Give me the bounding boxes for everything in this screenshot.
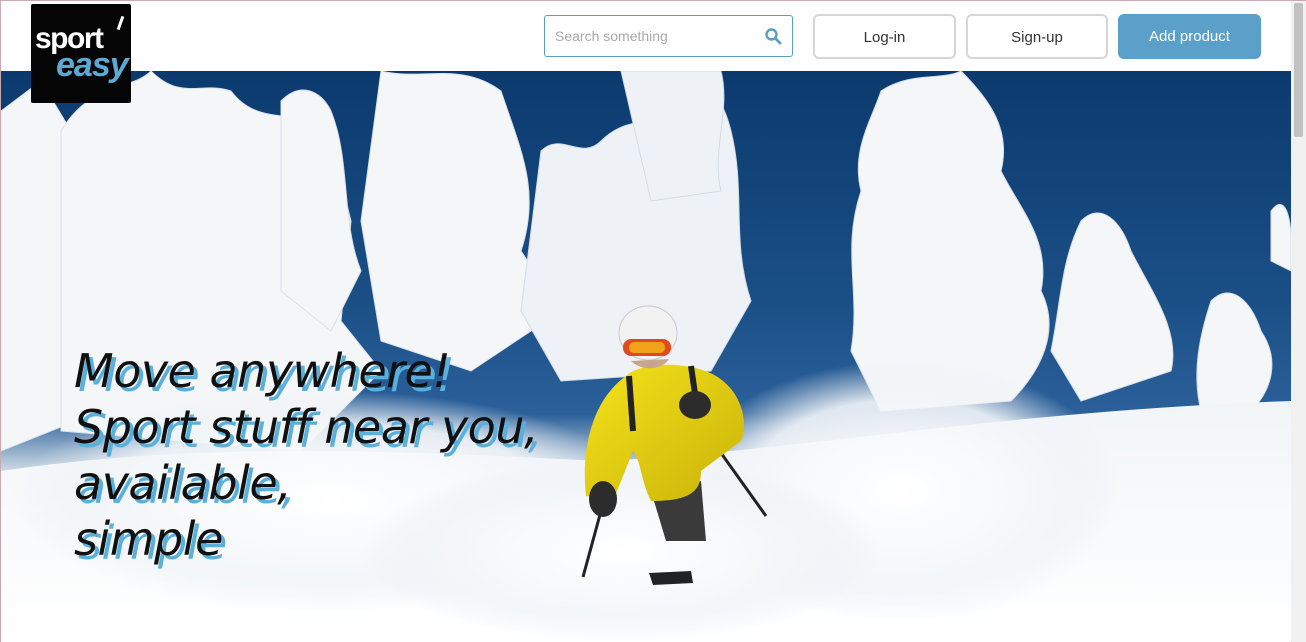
- search-box[interactable]: [544, 15, 793, 57]
- search-icon[interactable]: [764, 27, 782, 45]
- tagline-line-2: Sport stuff near you,: [74, 400, 539, 454]
- scrollbar-thumb[interactable]: [1294, 3, 1303, 137]
- tagline-line-3: available,: [74, 456, 292, 510]
- hero-banner: Move anywhere! Sport stuff near you, ava…: [1, 71, 1291, 642]
- signup-button[interactable]: Sign-up: [966, 14, 1108, 59]
- page: Log-in Sign-up Add product sport easy: [0, 0, 1306, 642]
- search-input[interactable]: [545, 16, 775, 56]
- logo-accent-mark: [116, 15, 125, 31]
- tagline-line-4: simple: [74, 512, 223, 566]
- tagline-line-1: Move anywhere!: [74, 344, 451, 398]
- login-button[interactable]: Log-in: [813, 14, 956, 59]
- header: Log-in Sign-up Add product: [1, 1, 1291, 71]
- logo-text-easy: easy: [56, 46, 129, 84]
- logo[interactable]: sport easy: [31, 4, 131, 103]
- add-product-button[interactable]: Add product: [1118, 14, 1261, 59]
- vertical-scrollbar[interactable]: [1291, 1, 1306, 642]
- hero-tagline: Move anywhere! Sport stuff near you, ava…: [74, 343, 539, 567]
